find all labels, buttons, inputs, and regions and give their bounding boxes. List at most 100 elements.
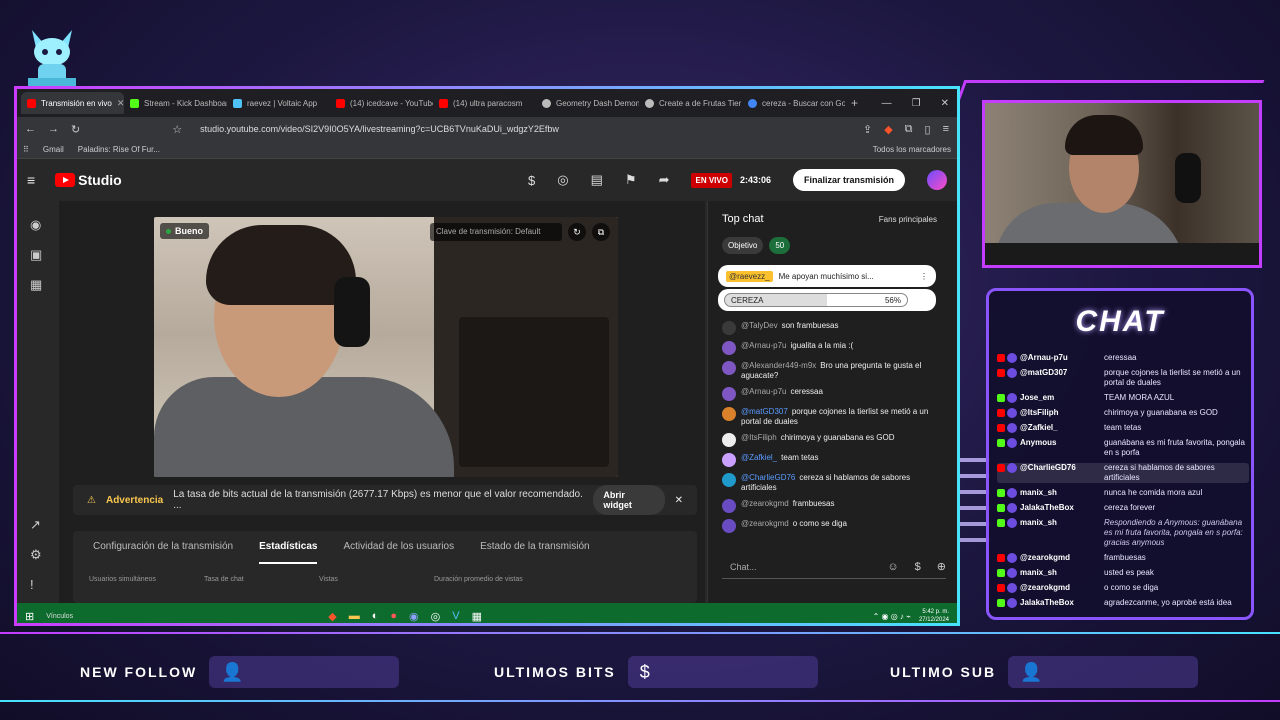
chat-username[interactable]: @Arnau-p7u: [741, 387, 786, 396]
tab-tier-list[interactable]: Create a de Frutas Tier: [639, 92, 742, 114]
user-avatar[interactable]: [722, 433, 736, 447]
refresh-icon[interactable]: ↻: [568, 223, 586, 241]
poll-banner[interactable]: CEREZA 56%: [718, 289, 936, 311]
overlay-chat-row: JalakaTheBox cereza forever: [997, 503, 1249, 513]
calendar-icon[interactable]: ▦: [30, 277, 42, 293]
finish-stream-button[interactable]: Finalizar transmisión: [792, 169, 905, 191]
share-icon[interactable]: ⇪: [863, 123, 872, 136]
chat-username[interactable]: @Zafkiel_: [741, 453, 777, 462]
super-chat-icon[interactable]: $: [915, 561, 921, 573]
stream-preview[interactable]: Bueno Clave de transmisión: Default ↻ ⧉: [154, 217, 618, 477]
clock[interactable]: 5:42 p. m. 27/12/2024: [919, 608, 949, 623]
steam-icon[interactable]: ◐: [372, 610, 379, 622]
new-tab-button[interactable]: +: [845, 92, 865, 114]
chat-username[interactable]: @Alexander449-m9x: [741, 361, 816, 370]
tab-ultra-paracosm[interactable]: (14) ultra paracosm: [433, 92, 536, 114]
goal-icon[interactable]: ◎: [557, 172, 568, 188]
top-chat-dropdown[interactable]: Top chat: [722, 213, 764, 225]
reload-icon[interactable]: ↻: [71, 123, 80, 136]
all-bookmarks[interactable]: Todos los marcadores: [873, 145, 951, 154]
studio-sidebar: ◉ ▣ ▦ ↗ ⚙ !: [17, 201, 59, 603]
studio-logo[interactable]: Studio: [55, 172, 122, 188]
user-avatar[interactable]: [722, 361, 736, 375]
forward-icon[interactable]: →: [48, 123, 59, 135]
close-warning-icon[interactable]: ✕: [675, 495, 683, 506]
tab-voltaic[interactable]: raevez | Voltaic App: [227, 92, 330, 114]
user-avatar[interactable]: [722, 453, 736, 467]
top-fans-button[interactable]: Fans principales: [879, 215, 937, 224]
user-avatar[interactable]: [722, 473, 736, 487]
user-avatar[interactable]: [722, 321, 736, 335]
feedback-icon[interactable]: !: [30, 577, 34, 592]
app-icon[interactable]: ▦: [472, 610, 482, 623]
close-tab-icon[interactable]: ✕: [117, 98, 124, 109]
hamburger-icon[interactable]: ≡: [27, 172, 35, 188]
chat-username[interactable]: @ItsFiliph: [741, 433, 777, 442]
goal-chip[interactable]: Objetivo: [722, 237, 764, 254]
brave-shield-icon[interactable]: ◆: [884, 123, 892, 136]
bookmark-paladins[interactable]: Paladins: Rise Of Fur...: [78, 145, 160, 154]
sidebar-icon[interactable]: ▯: [925, 123, 931, 136]
minimize-icon[interactable]: —: [882, 98, 892, 109]
add-icon[interactable]: ⊕: [937, 560, 946, 573]
camera-icon[interactable]: ▣: [30, 247, 42, 263]
file-explorer-icon[interactable]: ▬: [349, 610, 360, 622]
stream-key-dropdown[interactable]: Clave de transmisión: Default: [430, 223, 562, 241]
copy-icon[interactable]: ⧉: [592, 223, 610, 241]
chrome-icon[interactable]: ◎: [431, 610, 441, 623]
tab-statistics[interactable]: Estadísticas: [259, 541, 318, 564]
chat-message: @matGD307 porque cojones la tierlist se m…: [722, 407, 944, 427]
extensions-icon[interactable]: ⧉: [905, 123, 913, 136]
save-icon[interactable]: ⚑: [625, 172, 637, 188]
broadcast-icon[interactable]: ◉: [30, 217, 41, 233]
overlay-text: team tetas: [1104, 423, 1142, 432]
channel-avatar[interactable]: [927, 170, 947, 190]
open-widget-button[interactable]: Abrir widget: [593, 485, 665, 515]
brave-icon[interactable]: ◆: [328, 610, 336, 623]
chat-username[interactable]: @zearokgmd: [741, 499, 789, 508]
close-window-icon[interactable]: ✕: [941, 98, 949, 109]
discord-icon[interactable]: ◉: [409, 610, 419, 623]
layout-icon[interactable]: ▤: [591, 172, 603, 188]
settings-icon[interactable]: ⚙: [30, 547, 42, 563]
chat-username[interactable]: @TalyDev: [741, 321, 778, 330]
taskbar-search[interactable]: Vínculos: [46, 613, 316, 620]
tab-stream-settings[interactable]: Configuración de la transmisión: [93, 541, 233, 564]
url-field[interactable]: studio.youtube.com/video/SI2V9I0O5YA/liv…: [200, 124, 559, 134]
monetization-icon[interactable]: $: [528, 173, 535, 188]
apps-icon[interactable]: ⠿: [23, 145, 29, 154]
maximize-icon[interactable]: ❐: [912, 98, 921, 109]
share-icon[interactable]: ➦: [659, 172, 670, 188]
more-icon[interactable]: ⋮: [920, 272, 928, 281]
chat-input[interactable]: Chat... ☺ $ ⊕: [722, 555, 946, 579]
tab-stream-status[interactable]: Estado de la transmisión: [480, 541, 590, 564]
obs-icon[interactable]: ●: [390, 610, 397, 622]
chat-username[interactable]: @Arnau-p7u: [741, 341, 786, 350]
tab-google-search[interactable]: cereza - Buscar con Google: [742, 92, 845, 114]
tab-user-activity[interactable]: Actividad de los usuarios: [343, 541, 454, 564]
voltaic-icon[interactable]: V: [452, 610, 459, 622]
external-link-icon[interactable]: ↗: [30, 517, 41, 533]
tab-geometry-dash[interactable]: Geometry Dash Demon: [536, 92, 639, 114]
user-avatar[interactable]: [722, 387, 736, 401]
windows-start-icon[interactable]: ⊞: [25, 610, 34, 623]
menu-icon[interactable]: ≡: [943, 123, 949, 135]
pinned-message[interactable]: @raevezz_ Me apoyan muchísimo si... ⋮: [718, 265, 936, 287]
bookmark-icon[interactable]: ☆: [172, 123, 182, 136]
user-avatar[interactable]: [722, 407, 736, 421]
chat-username[interactable]: @matGD307: [741, 407, 788, 416]
back-icon[interactable]: ←: [25, 123, 36, 135]
tray-icons[interactable]: ⌃ ◉ ◎ ♪ ⌁: [873, 612, 911, 621]
user-avatar[interactable]: [722, 519, 736, 533]
tab-kick[interactable]: Stream - Kick Dashboard: [124, 92, 227, 114]
chat-username[interactable]: @zearokgmd: [741, 519, 789, 528]
tab-youtube-studio[interactable]: Transmisión en vivo ✕: [21, 92, 124, 114]
likes-count-chip[interactable]: 50: [769, 237, 791, 254]
tab-icedcave[interactable]: (14) icedcave - YouTube: [330, 92, 433, 114]
chat-username[interactable]: @CharlieGD76: [741, 473, 795, 482]
user-avatar[interactable]: [722, 499, 736, 513]
youtube-logo-icon: [55, 173, 76, 187]
emoji-icon[interactable]: ☺: [887, 561, 898, 573]
user-avatar[interactable]: [722, 341, 736, 355]
bookmark-gmail[interactable]: Gmail: [43, 145, 64, 154]
